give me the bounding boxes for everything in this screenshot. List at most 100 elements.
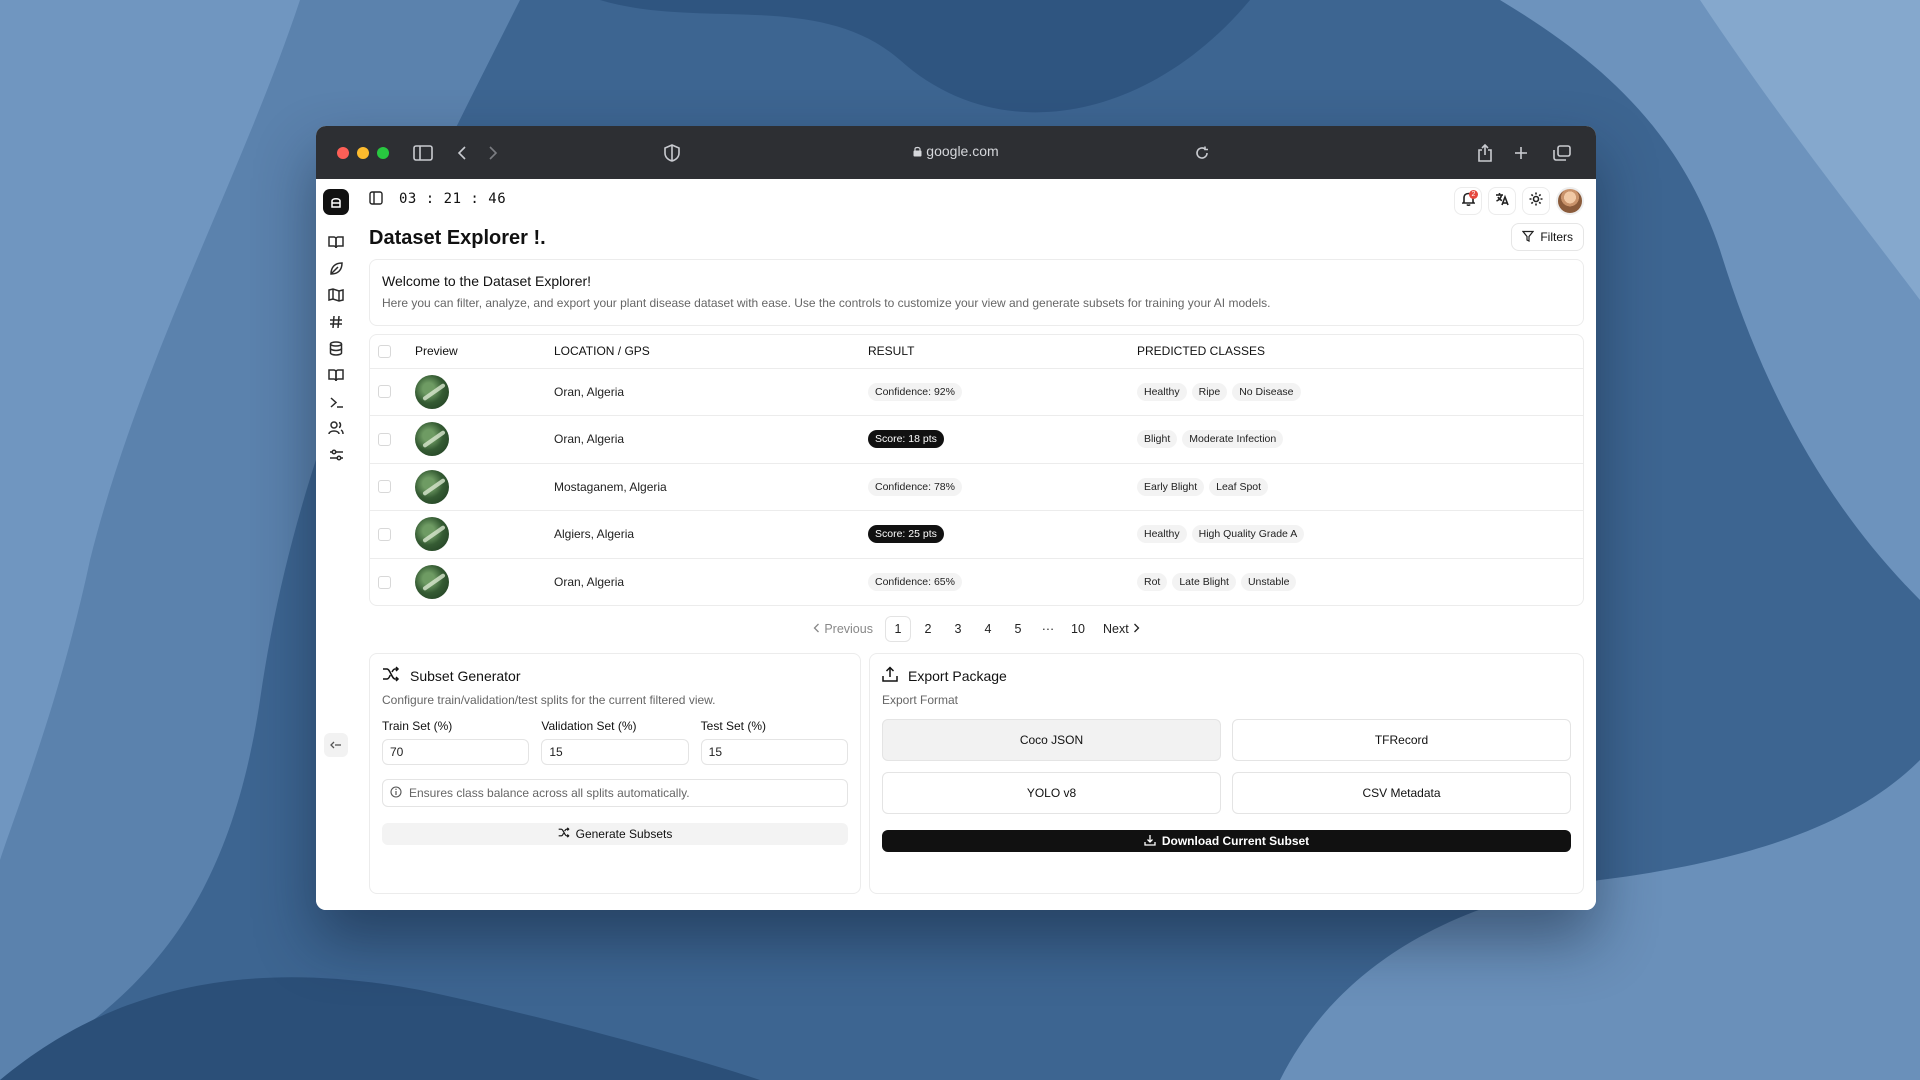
top-actions: 2 (1454, 187, 1584, 215)
location-cell: Oran, Algeria (554, 415, 868, 464)
sidebar-item-book-icon[interactable] (327, 233, 345, 251)
train-set-input[interactable]: 70 (382, 739, 530, 765)
url-text: google.com (926, 143, 999, 159)
column-header-result: RESULT (868, 335, 1137, 369)
leaf-preview-image[interactable] (415, 374, 449, 409)
row-checkbox[interactable] (378, 385, 391, 399)
row-checkbox[interactable] (378, 480, 391, 494)
test-set-input[interactable]: 15 (700, 739, 848, 765)
location-cell: Oran, Algeria (554, 575, 625, 589)
predicted-class-tag: Ripe (1191, 382, 1228, 401)
pagination-page[interactable]: 2 (915, 616, 941, 642)
translate-button[interactable] (1488, 187, 1516, 215)
browser-window: google.com 03: 21: 46 2 Dataset Explor… (316, 126, 1596, 910)
pagination-ellipsis: ··· (1041, 622, 1055, 636)
row-checkbox[interactable] (378, 527, 391, 541)
table-row[interactable]: Oran, Algeria Confidence: 92% Healthy Ripe N… (370, 368, 1583, 416)
address-bar[interactable]: google.com (316, 143, 1596, 160)
filters-label: Filters (1540, 230, 1573, 244)
subset-generator-panel: Subset Generator Configure train/validat… (369, 653, 861, 894)
leaf-preview-image[interactable] (415, 469, 449, 504)
predicted-class-tag: Early Blight (1137, 477, 1205, 496)
export-format-option[interactable]: Coco JSON (882, 719, 1221, 761)
new-tab-icon[interactable] (1510, 142, 1532, 164)
page-title: Dataset Explorer !. (369, 227, 546, 249)
predicted-classes-cell: Blight Moderate Infection (1137, 415, 1583, 464)
reload-icon[interactable] (1191, 142, 1213, 164)
panel-toggle-icon[interactable] (369, 191, 385, 207)
table-row[interactable]: Mostaganem, Algeria Confidence: 78% Early … (370, 463, 1583, 511)
sidebar-item-map-icon[interactable] (327, 286, 345, 304)
dataset-table-card: Preview LOCATION / GPS RESULT PREDICTED … (369, 334, 1584, 606)
leaf-preview-image[interactable] (415, 517, 449, 552)
row-checkbox[interactable] (378, 432, 391, 446)
table-body: Oran, Algeria Confidence: 92% Healthy Ripe N… (370, 368, 1583, 605)
pagination-previous[interactable]: Previous (809, 616, 881, 642)
column-header-preview: Preview (415, 335, 554, 369)
pagination-page[interactable]: 5 (1005, 616, 1031, 642)
sidebar-item-database-icon[interactable] (327, 339, 345, 357)
tab-overview-icon[interactable] (1551, 142, 1573, 164)
result-cell: Confidence: 92% (868, 368, 1137, 416)
export-format-option[interactable]: YOLO v8 (882, 772, 1221, 814)
subset-generator-header: Subset Generator (382, 666, 848, 685)
class-balance-note: Ensures class balance across all splits … (382, 779, 848, 807)
generate-subsets-button[interactable]: Generate Subsets (382, 823, 848, 845)
generate-subsets-label: Generate Subsets (575, 827, 673, 841)
sidebar-item-docs-icon[interactable] (327, 366, 345, 384)
dataset-table: Preview LOCATION / GPS RESULT PREDICTED … (370, 335, 1583, 605)
predicted-classes-cell: Healthy Ripe No Disease (1137, 368, 1583, 416)
result-cell: Confidence: 78% (868, 463, 1137, 511)
predicted-class-tag: Leaf Spot (1209, 477, 1269, 496)
result-cell: Confidence: 65% (868, 558, 1137, 605)
table-header-row: Preview LOCATION / GPS RESULT PREDICTED … (370, 335, 1583, 369)
sidebar-item-users-icon[interactable] (327, 419, 345, 437)
sidebar-item-terminal-icon[interactable] (327, 393, 345, 411)
download-icon (1144, 834, 1156, 849)
app-logo-icon[interactable] (323, 189, 349, 215)
predicted-class-tag: Moderate Infection (1182, 430, 1284, 449)
pagination-next[interactable]: Next (1095, 616, 1144, 642)
export-format-option[interactable]: TFRecord (1232, 719, 1571, 761)
export-package-header: Export Package (882, 666, 1571, 685)
table-row[interactable]: Oran, Algeria Confidence: 65% Rot Late Blig… (370, 558, 1583, 605)
pagination-page[interactable]: 3 (945, 616, 971, 642)
result-cell: Score: 18 pts (868, 415, 1137, 464)
pagination-page[interactable]: 1 (884, 616, 911, 642)
filters-button[interactable]: Filters (1511, 223, 1584, 251)
translate-icon (1495, 192, 1509, 211)
result-badge: Confidence: 65% (868, 573, 962, 591)
leaf-preview-image[interactable] (415, 422, 449, 457)
download-subset-button[interactable]: Download Current Subset (882, 830, 1571, 852)
predicted-class-tag: Rot (1137, 573, 1168, 591)
column-header-location: LOCATION / GPS (554, 335, 868, 369)
sidebar-collapse-button[interactable] (324, 733, 348, 757)
location-cell: Algiers, Algeria (554, 510, 868, 559)
sidebar-item-hash-icon[interactable] (327, 313, 345, 331)
share-icon[interactable] (1474, 142, 1496, 164)
leaf-preview-image[interactable] (415, 565, 449, 599)
select-all-checkbox[interactable] (378, 344, 391, 358)
export-format-option[interactable]: CSV Metadata (1232, 772, 1571, 814)
subset-generator-subtitle: Configure train/validation/test splits f… (382, 693, 716, 707)
predicted-class-tag: Blight (1137, 430, 1178, 449)
export-package-panel: Export Package Export Format Coco JSON TF… (869, 653, 1584, 894)
filter-icon (1522, 230, 1535, 245)
sidebar-item-settings-sliders-icon[interactable] (327, 446, 345, 464)
row-checkbox[interactable] (378, 575, 391, 589)
predicted-class-tag: No Disease (1232, 382, 1301, 401)
pagination-page[interactable]: 10 (1065, 616, 1091, 642)
result-badge: Confidence: 78% (868, 477, 962, 496)
pagination-page[interactable]: 4 (975, 616, 1001, 642)
validation-set-input[interactable]: 15 (541, 739, 689, 765)
split-fields: Train Set (%) 70 Validation Set (%) 15 T… (382, 719, 848, 765)
table-row[interactable]: Algiers, Algeria Score: 25 pts Healthy High… (370, 510, 1583, 559)
notifications-button[interactable]: 2 (1454, 187, 1482, 215)
user-avatar[interactable] (1556, 187, 1584, 215)
theme-toggle-button[interactable] (1522, 187, 1550, 215)
sidebar-item-leaf-icon[interactable] (327, 259, 345, 277)
table-row[interactable]: Oran, Algeria Score: 18 pts Blight Moderate… (370, 415, 1583, 464)
result-badge: Confidence: 92% (868, 382, 962, 401)
predicted-class-tag: High Quality Grade A (1191, 525, 1305, 544)
export-format-grid: Coco JSON TFRecord YOLO v8 CSV Metadata (882, 719, 1571, 814)
